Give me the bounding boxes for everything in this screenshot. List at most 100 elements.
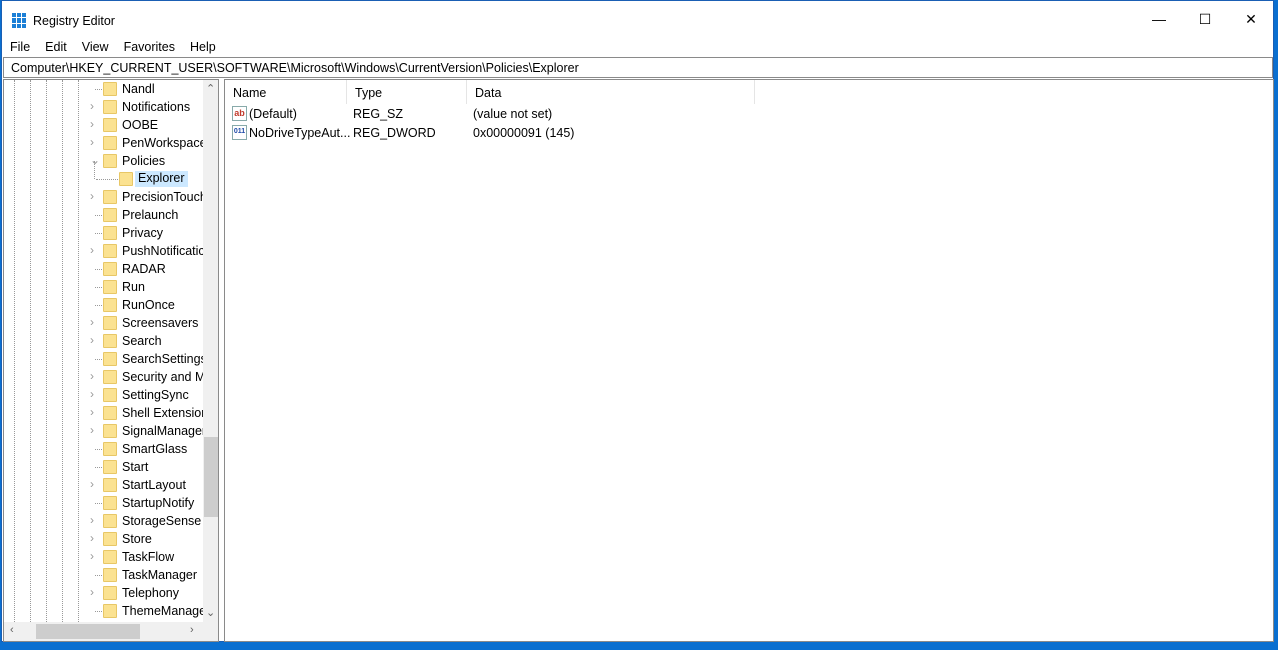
tree-item-label: Start — [122, 460, 149, 474]
tree-item-runonce[interactable]: RunOnce — [4, 296, 204, 314]
tree-item-pushnotificatic[interactable]: › PushNotificatic — [4, 242, 205, 260]
close-button[interactable]: ✕ — [1228, 1, 1274, 37]
tree-item-label: Shell Extension — [122, 406, 209, 420]
folder-icon — [103, 118, 117, 132]
menu-edit[interactable]: Edit — [37, 37, 74, 57]
tree-connector — [95, 305, 102, 306]
tree-item-privacy[interactable]: Privacy — [4, 224, 204, 242]
tree-item-telephony[interactable]: › Telephony — [4, 584, 204, 602]
tree-item-penworkspace[interactable]: › PenWorkspace — [4, 134, 207, 152]
tree-item-store[interactable]: › Store — [4, 530, 204, 548]
tree-item-thememanage[interactable]: ThemeManage — [4, 602, 207, 620]
folder-icon — [103, 136, 117, 150]
chevron-right-icon[interactable]: › — [90, 333, 94, 347]
tree-item-notifications[interactable]: › Notifications — [4, 98, 204, 116]
tree-item-policies[interactable]: ⌄ Policies — [4, 152, 204, 170]
folder-icon — [103, 262, 117, 276]
tree-hscroll-thumb[interactable] — [36, 624, 140, 639]
chevron-right-icon[interactable]: › — [90, 189, 94, 203]
folder-icon — [103, 280, 117, 294]
chevron-right-icon[interactable]: › — [90, 117, 94, 131]
chevron-right-icon[interactable]: › — [90, 135, 94, 149]
tree-item-search[interactable]: › Search — [4, 332, 204, 350]
tree-item-label: StartLayout — [122, 478, 186, 492]
folder-icon — [103, 154, 117, 168]
chevron-right-icon[interactable]: › — [90, 243, 94, 257]
chevron-right-icon[interactable]: › — [90, 531, 94, 545]
tree-item-start[interactable]: Start — [4, 458, 204, 476]
title-bar: Registry Editor — ☐ ✕ — [2, 1, 1273, 37]
key-tree[interactable]: Nandl › Notifications › OOBE › PenWorkspace ⌄ Po… — [3, 79, 219, 642]
tree-connector — [95, 287, 102, 288]
tree-item-settingsync[interactable]: › SettingSync — [4, 386, 204, 404]
chevron-down-icon[interactable]: ⌄ — [90, 153, 100, 167]
tree-item-label: Policies — [122, 154, 166, 168]
chevron-right-icon[interactable]: › — [90, 477, 94, 491]
minimize-button[interactable]: — — [1136, 1, 1182, 37]
folder-icon — [103, 568, 117, 582]
tree-connector — [95, 215, 102, 216]
tree-item-label: Explorer — [135, 171, 188, 187]
scroll-left-icon[interactable]: ‹ — [10, 624, 14, 636]
maximize-button[interactable]: ☐ — [1182, 1, 1228, 37]
tree-item-run[interactable]: Run — [4, 278, 204, 296]
tree-item-label: ThemeManage — [122, 604, 207, 618]
folder-icon — [103, 334, 117, 348]
tree-item-label: Privacy — [122, 226, 163, 240]
tree-item-storagesense[interactable]: › StorageSense — [4, 512, 204, 530]
tree-item-startupnotify[interactable]: StartupNotify — [4, 494, 204, 512]
address-bar[interactable]: Computer\HKEY_CURRENT_USER\SOFTWARE\Micr… — [3, 57, 1273, 78]
tree-horizontal-scrollbar[interactable]: ‹ › — [4, 622, 203, 641]
folder-icon — [103, 298, 117, 312]
tree-item-oobe[interactable]: › OOBE — [4, 116, 204, 134]
tree-item-label: Telephony — [122, 586, 179, 600]
column-header-type[interactable]: Type — [347, 80, 467, 104]
tree-item-radar[interactable]: RADAR — [4, 260, 204, 278]
tree-item-startlayout[interactable]: › StartLayout — [4, 476, 204, 494]
folder-icon — [103, 190, 117, 204]
scroll-down-icon[interactable]: ⌄ — [206, 606, 215, 619]
menu-file[interactable]: File — [2, 37, 37, 57]
tree-item-security-and-m[interactable]: › Security and M — [4, 368, 205, 386]
tree-item-taskmanager[interactable]: TaskManager — [4, 566, 204, 584]
chevron-right-icon[interactable]: › — [90, 513, 94, 527]
scroll-right-icon[interactable]: › — [190, 624, 194, 636]
tree-item-signalmanager[interactable]: › SignalManager — [4, 422, 206, 440]
scroll-up-icon[interactable]: ⌃ — [206, 82, 215, 95]
tree-item-smartglass[interactable]: SmartGlass — [4, 440, 204, 458]
tree-vertical-scrollbar[interactable]: ⌃ ⌄ — [203, 80, 218, 622]
tree-item-precisiontouch[interactable]: › PrecisionTouch — [4, 188, 207, 206]
chevron-right-icon[interactable]: › — [90, 585, 94, 599]
tree-connector — [95, 233, 102, 234]
tree-connector — [95, 611, 102, 612]
tree-item-label: Store — [122, 532, 152, 546]
window-title: Registry Editor — [33, 14, 115, 28]
column-header-name[interactable]: Name — [225, 80, 347, 104]
tree-connector — [95, 503, 102, 504]
tree-item-searchsettings[interactable]: SearchSettings — [4, 350, 207, 368]
tree-scroll-thumb[interactable] — [204, 437, 218, 517]
chevron-right-icon[interactable]: › — [90, 387, 94, 401]
folder-icon — [103, 244, 117, 258]
tree-item-label: StorageSense — [122, 514, 202, 528]
folder-icon — [103, 316, 117, 330]
tree-item-explorer[interactable]: Explorer — [4, 161, 204, 188]
folder-icon — [103, 100, 117, 114]
tree-item-nandl[interactable]: Nandl — [4, 80, 204, 98]
tree-item-prelaunch[interactable]: Prelaunch — [4, 206, 204, 224]
menu-view[interactable]: View — [74, 37, 116, 57]
chevron-right-icon[interactable]: › — [90, 423, 94, 437]
chevron-right-icon[interactable]: › — [90, 549, 94, 563]
chevron-right-icon[interactable]: › — [90, 405, 94, 419]
tree-item-label: SettingSync — [122, 388, 189, 402]
value-name: NoDriveTypeAut... — [249, 126, 351, 140]
tree-item-shell-extension[interactable]: › Shell Extension — [4, 404, 208, 422]
chevron-right-icon[interactable]: › — [90, 99, 94, 113]
menu-favorites[interactable]: Favorites — [116, 37, 182, 57]
tree-item-screensavers[interactable]: › Screensavers — [4, 314, 204, 332]
column-header-data[interactable]: Data — [467, 80, 755, 104]
tree-item-taskflow[interactable]: › TaskFlow — [4, 548, 204, 566]
menu-help[interactable]: Help — [182, 37, 223, 57]
chevron-right-icon[interactable]: › — [90, 369, 94, 383]
chevron-right-icon[interactable]: › — [90, 315, 94, 329]
